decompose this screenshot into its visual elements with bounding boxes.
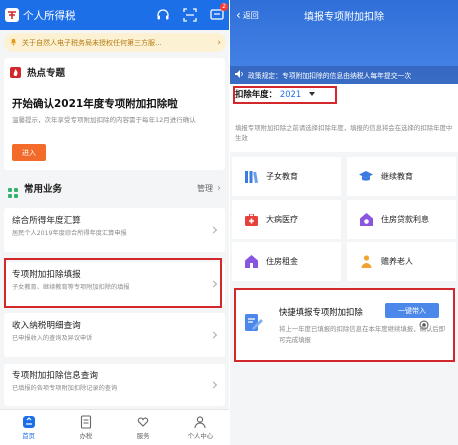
list-item-annual-settlement[interactable]: 综合所得年度汇算 居民个人2019年度综合所得年度汇算申报	[4, 208, 225, 252]
category-housing-loan-interest[interactable]: 住房贷款利息	[347, 200, 456, 239]
policy-banner: 政策规定：专项附加扣除的信息由纳税人每年提交一次	[230, 66, 458, 84]
category-label: 赡养老人	[381, 257, 413, 266]
banner-description: 温馨提示，次年享受专项附加扣除的内容需于每年12月进行确认	[12, 116, 196, 124]
list-item-subtitle: 已申报收入的查询及异议申诉	[12, 335, 93, 342]
highlight-box	[233, 86, 337, 104]
year-section: 扣除年度： 2021 填报专项附加扣除之前请选择扣除年度，填报的信息将会在选择的…	[230, 84, 458, 152]
notice-bar[interactable]: 关于自然人电子税务局未授权任何第三方服... ›	[4, 33, 226, 52]
graduation-cap-icon	[359, 170, 373, 184]
house-rent-icon	[244, 255, 258, 269]
category-housing-rent[interactable]: 住房租金	[232, 242, 341, 281]
document-icon	[80, 415, 91, 429]
nav-item-profile[interactable]: 个人中心	[172, 410, 229, 445]
app-title: 个人所得税	[23, 9, 76, 22]
nav-label: 服务	[136, 432, 150, 440]
nav-item-home[interactable]: 首页	[0, 410, 57, 445]
app-header: 个人所得税 2	[0, 0, 229, 30]
left-screen: 个人所得税 2 关于自然人电子税务局未授权任何第三方服... › 热点专题 开始…	[0, 0, 229, 445]
person-icon	[194, 416, 206, 429]
category-serious-illness[interactable]: 大病医疗	[232, 200, 341, 239]
highlight-box	[234, 288, 455, 362]
list-item-subtitle: 居民个人2019年度综合所得年度汇算申报	[12, 230, 127, 237]
bottom-nav: 首页 办税 服务 个人中心	[0, 409, 229, 445]
category-label: 子女教育	[266, 172, 298, 181]
headset-icon[interactable]	[155, 8, 170, 23]
common-services-label: 常用业务	[24, 184, 63, 195]
message-badge: 2	[220, 2, 228, 11]
category-children-education[interactable]: 子女教育	[232, 157, 341, 196]
category-label: 住房贷款利息	[381, 215, 429, 224]
nav-label: 首页	[22, 432, 36, 440]
list-item-subtitle: 已填报的各项专项附加扣除记录的查询	[12, 385, 118, 392]
category-elderly-support[interactable]: 赡养老人	[347, 242, 456, 281]
house-loan-icon	[359, 213, 373, 227]
category-label: 住房租金	[266, 257, 298, 266]
nav-label: 个人中心	[187, 432, 214, 440]
hot-topic-label: 热点专题	[27, 68, 66, 79]
message-icon[interactable]: 2	[209, 2, 228, 23]
heart-hand-icon	[137, 417, 149, 427]
list-item-title: 收入纳税明细查询	[12, 321, 81, 331]
highlight-box	[4, 258, 222, 308]
nav-item-tax[interactable]: 办税	[57, 410, 114, 445]
chevron-left-icon: ‹	[236, 8, 241, 22]
manage-link[interactable]: 管理	[197, 183, 213, 194]
speaker-icon	[235, 70, 244, 80]
chevron-right-icon: ›	[217, 182, 221, 194]
home-icon	[22, 416, 35, 428]
scan-icon[interactable]	[182, 8, 197, 23]
back-button[interactable]: ‹ 返回	[236, 8, 259, 22]
category-continuing-education[interactable]: 继续教育	[347, 157, 456, 196]
nav-label: 办税	[79, 432, 93, 440]
fire-icon	[10, 66, 21, 78]
list-item-income-query[interactable]: 收入纳税明细查询 已申报收入的查询及异议申诉	[4, 313, 225, 357]
elder-icon	[359, 255, 373, 269]
grid-icon	[8, 183, 18, 198]
nav-item-service[interactable]: 服务	[115, 410, 172, 445]
enter-button[interactable]: 进入	[12, 144, 46, 161]
chevron-right-icon: ›	[217, 37, 221, 48]
bell-icon	[9, 37, 18, 48]
medical-kit-icon	[244, 213, 258, 227]
back-label: 返回	[242, 10, 259, 20]
hot-topic-card: 热点专题 开始确认2021年度专项附加扣除啦 温馨提示，次年享受专项附加扣除的内…	[4, 58, 225, 170]
book-icon	[244, 170, 258, 184]
policy-text: 政策规定：专项附加扣除的信息由纳税人每年提交一次	[248, 72, 412, 80]
nav-bar: ‹ 返回 填报专项附加扣除	[230, 0, 458, 30]
notice-text: 关于自然人电子税务局未授权任何第三方服...	[22, 38, 162, 47]
category-label: 继续教育	[381, 172, 413, 181]
right-screen: ‹ 返回 填报专项附加扣除 政策规定：专项附加扣除的信息由纳税人每年提交一次 扣…	[230, 0, 458, 445]
list-item-deduction-query[interactable]: 专项附加扣除信息查询 已填报的各项专项附加扣除记录的查询	[4, 364, 225, 406]
list-item-title: 专项附加扣除信息查询	[12, 371, 98, 381]
tax-logo-icon	[5, 8, 19, 22]
common-services-header: 常用业务 管理 ›	[8, 181, 221, 198]
year-hint: 填报专项附加扣除之前请选择扣除年度，填报的信息将会在选择的扣除年度中生效	[235, 124, 453, 142]
category-label: 大病医疗	[266, 215, 298, 224]
banner-title: 开始确认2021年度专项附加扣除啦	[12, 98, 178, 110]
list-item-title: 综合所得年度汇算	[12, 216, 81, 226]
page-title: 填报专项附加扣除	[304, 11, 384, 23]
